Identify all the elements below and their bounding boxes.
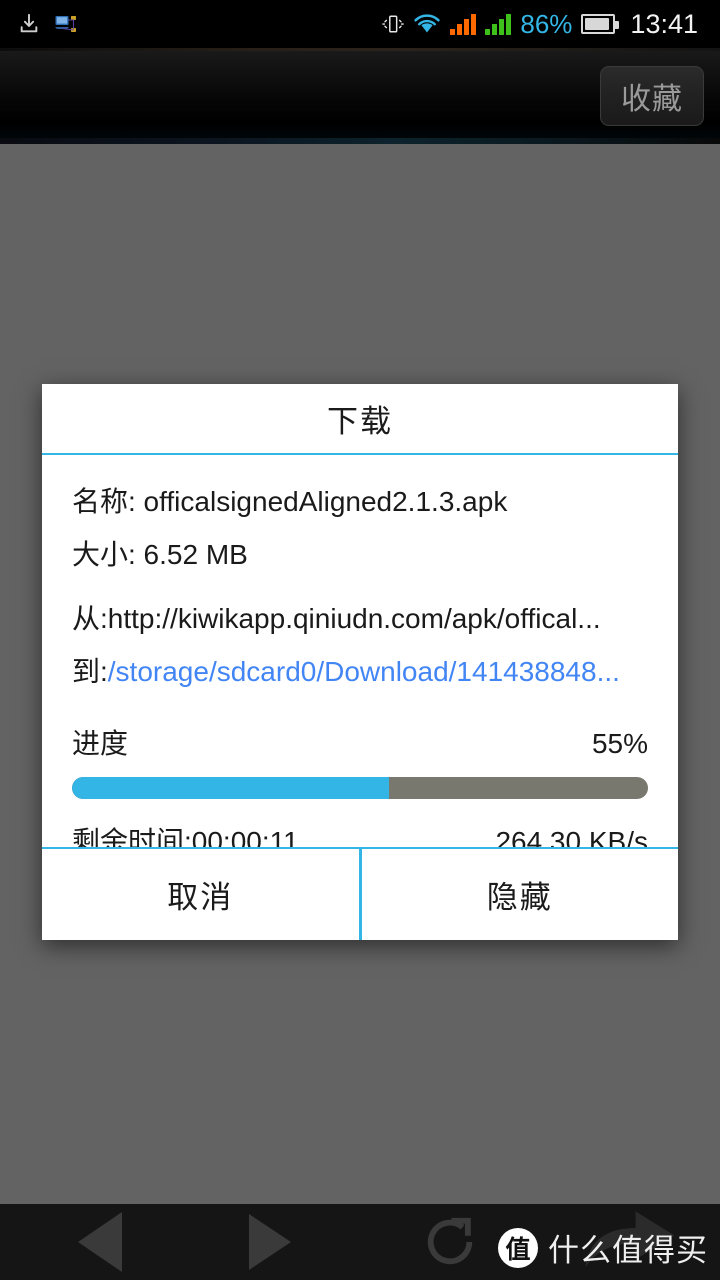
dialog-title: 下载 (327, 404, 393, 439)
signal-sim1-icon (450, 13, 477, 35)
battery-icon (581, 14, 620, 34)
destination-path-row: 到:/storage/sdcard0/Download/141438848... (72, 658, 648, 686)
watermark-logo: 值 (498, 1227, 538, 1268)
dialog-content: 名称: officalsignedAligned2.1.3.apk 大小: 6.… (42, 488, 678, 860)
forward-arrow-icon (249, 1214, 291, 1270)
battery-percent-label: 86% (520, 9, 573, 39)
wifi-icon (413, 13, 441, 35)
destination-label: 到: (72, 656, 108, 687)
back-button[interactable] (30, 1204, 170, 1280)
download-dialog: 下载 名称: officalsignedAligned2.1.3.apk 大小:… (42, 384, 678, 940)
bottom-navigation-bar: 值 什么值得买 (0, 1204, 720, 1280)
file-size-row: 大小: 6.52 MB (72, 539, 248, 570)
file-name-row: 名称: officalsignedAligned2.1.3.apk (72, 486, 508, 517)
vibrate-icon (382, 12, 405, 36)
favorite-button[interactable]: 收藏 (600, 66, 704, 126)
app-top-bar: 收藏 (0, 48, 720, 144)
watermark-text: 什么值得买 (548, 1233, 708, 1268)
progress-label: 进度 (72, 728, 129, 759)
dialog-title-bar: 下载 (42, 384, 678, 455)
usb-debugging-icon (54, 12, 78, 36)
hide-button[interactable]: 隐藏 (361, 849, 678, 940)
progress-header: 进度 55% (72, 722, 648, 762)
site-watermark: 值 什么值得买 (498, 1225, 708, 1270)
reload-icon (421, 1213, 479, 1271)
signal-sim2-icon (485, 13, 512, 35)
source-url-row: 从:http://kiwikapp.qiniudn.com/apk/offica… (72, 603, 601, 634)
phone-screen: 86% 13:41 收藏 下载 名称: officalsignedAligned… (0, 0, 720, 1280)
cancel-button[interactable]: 取消 (42, 849, 362, 940)
destination-path-link[interactable]: /storage/sdcard0/Download/141438848... (108, 656, 620, 687)
download-icon (18, 13, 40, 35)
back-arrow-icon (78, 1212, 122, 1272)
status-bar-left-icons (0, 12, 78, 36)
progress-bar-fill (72, 777, 389, 799)
forward-button[interactable] (200, 1204, 340, 1280)
status-bar: 86% 13:41 (0, 0, 720, 48)
status-bar-right-icons: 86% 13:41 (382, 8, 720, 39)
clock-label: 13:41 (630, 8, 698, 39)
progress-bar (72, 777, 648, 799)
progress-percent-value: 55% (591, 728, 648, 759)
dialog-action-bar: 取消 隐藏 (42, 847, 678, 940)
